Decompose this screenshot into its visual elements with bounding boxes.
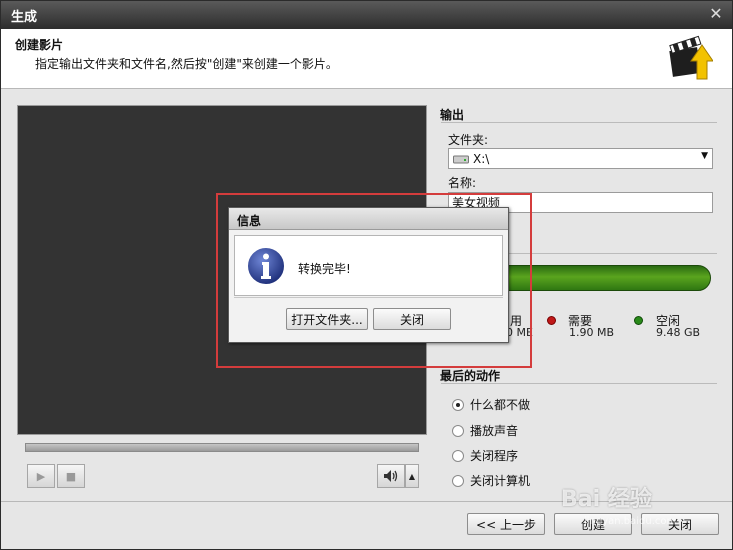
radio-play-sound[interactable]: 播放声音 xyxy=(452,422,518,439)
stop-icon: ■ xyxy=(65,469,77,483)
wizard-header: 创建影片 指定输出文件夹和文件名,然后按"创建"来创建一个影片。 xyxy=(1,29,732,89)
divider xyxy=(441,383,717,384)
folder-label: 文件夹: xyxy=(448,133,489,147)
final-action-section-title: 最后的动作 xyxy=(440,369,501,383)
radio-button[interactable] xyxy=(452,449,464,462)
drive-icon xyxy=(453,155,469,163)
dialog-body: 转换完毕! xyxy=(234,235,503,296)
close-icon[interactable]: ✕ xyxy=(706,5,726,23)
radio-button[interactable] xyxy=(452,474,464,487)
free-value: 9.48 GB xyxy=(656,326,701,339)
folder-value: X:\ xyxy=(473,151,490,166)
radio-close-program[interactable]: 关闭程序 xyxy=(452,447,518,464)
radio-label: 什么都不做 xyxy=(470,398,531,412)
speaker-icon xyxy=(384,470,398,482)
radio-button[interactable] xyxy=(452,424,464,437)
page-subtitle: 指定输出文件夹和文件名,然后按"创建"来创建一个影片。 xyxy=(35,57,338,71)
clapperboard-arrow-icon xyxy=(669,35,713,80)
output-section-title: 输出 xyxy=(440,108,465,122)
info-dialog: 信息 转换完毕! 打开文件夹... 关闭 xyxy=(228,207,509,343)
watermark: Bai 经验 xyxy=(561,481,652,513)
dialog-close-button[interactable]: 关闭 xyxy=(373,308,451,330)
radio-do-nothing[interactable]: 什么都不做 xyxy=(452,396,530,413)
radio-label: 关闭计算机 xyxy=(470,474,531,488)
dialog-message: 转换完毕! xyxy=(298,262,351,276)
radio-label: 关闭程序 xyxy=(470,449,519,463)
divider xyxy=(441,122,717,123)
seek-bar[interactable] xyxy=(25,443,419,452)
watermark-sub: jingyan.baidu.com xyxy=(584,516,677,527)
radio-label: 播放声音 xyxy=(470,424,519,438)
dialog-button-bar: 打开文件夹... 关闭 xyxy=(234,297,503,337)
need-value: 1.90 MB xyxy=(569,326,615,339)
need-dot-icon xyxy=(547,316,556,325)
free-dot-icon xyxy=(634,316,643,325)
window-title: 生成 xyxy=(11,10,38,25)
title-bar: 生成 ✕ xyxy=(1,1,732,29)
info-icon xyxy=(246,246,286,286)
play-button[interactable]: ▶ xyxy=(27,464,55,488)
page-title: 创建影片 xyxy=(15,38,64,52)
stop-button[interactable]: ■ xyxy=(57,464,85,488)
play-icon: ▶ xyxy=(36,469,46,483)
volume-dropdown-button[interactable]: ▲ xyxy=(405,464,419,488)
chevron-down-icon: ▼ xyxy=(701,151,708,161)
dialog-title: 信息 xyxy=(229,208,508,230)
back-button[interactable]: << 上一步 xyxy=(467,513,545,535)
name-label: 名称: xyxy=(448,176,477,190)
create-movie-window: 生成 ✕ 创建影片 指定输出文件夹和文件名,然后按"创建"来创建一个影片。 ▶ … xyxy=(0,0,733,550)
radio-button[interactable] xyxy=(452,398,464,411)
chevron-up-icon: ▲ xyxy=(408,471,416,481)
watermark-text: Bai 经验 xyxy=(561,487,652,512)
radio-shutdown[interactable]: 关闭计算机 xyxy=(452,472,530,489)
open-folder-button[interactable]: 打开文件夹... xyxy=(286,308,368,330)
folder-select[interactable]: X:\ ▼ xyxy=(448,148,713,169)
volume-button[interactable] xyxy=(377,464,405,488)
